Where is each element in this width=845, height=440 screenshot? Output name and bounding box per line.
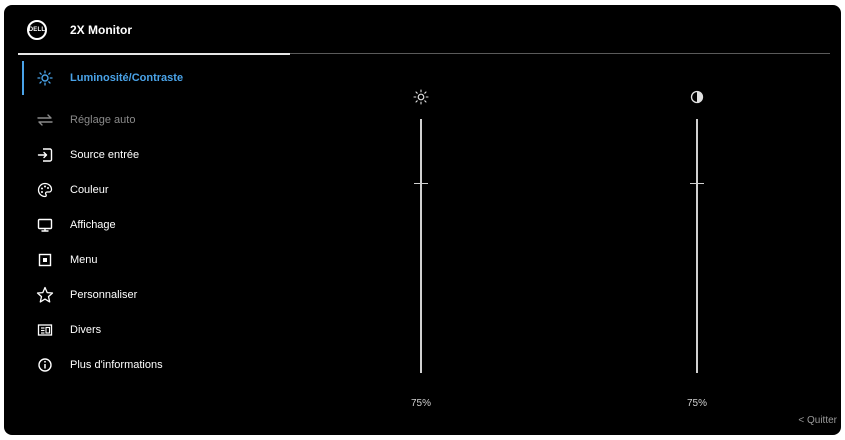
monitor-osd: DELL 2X Monitor Luminosité/Contraste Rég…	[4, 5, 841, 435]
slider-thumb[interactable]	[690, 182, 704, 184]
menu-item-brightness-contrast[interactable]: Luminosité/Contraste	[22, 61, 302, 95]
menu-item-label: Affichage	[70, 219, 116, 231]
menu-item-more-info[interactable]: Plus d'informations	[22, 348, 302, 382]
brightness-slider[interactable]: 75%	[401, 89, 441, 419]
menu-item-label: Réglage auto	[70, 114, 136, 126]
menu-item-auto-adjust[interactable]: Réglage auto	[22, 103, 302, 137]
contrast-slider[interactable]: 75%	[677, 89, 717, 419]
quit-button[interactable]: < Quitter	[798, 415, 837, 426]
menu-item-menu[interactable]: Menu	[22, 243, 302, 277]
sun-icon	[411, 89, 431, 105]
auto-adjust-icon	[36, 111, 54, 129]
menu-item-label: Divers	[70, 324, 102, 336]
menu-item-color[interactable]: Couleur	[22, 173, 302, 207]
dell-logo-text: DELL	[28, 27, 46, 33]
slider-track[interactable]	[420, 119, 422, 373]
others-icon	[36, 321, 54, 339]
menu-item-label: Personnaliser	[70, 289, 138, 301]
menu-item-label: Menu	[70, 254, 98, 266]
menu-item-input-source[interactable]: Source entrée	[22, 138, 302, 172]
menu-item-others[interactable]: Divers	[22, 313, 302, 347]
menu-item-label: Plus d'informations	[70, 359, 163, 371]
palette-icon	[36, 181, 54, 199]
info-icon	[36, 356, 54, 374]
active-indicator	[22, 61, 24, 95]
menu-icon	[36, 251, 54, 269]
osd-header: DELL 2X Monitor	[4, 5, 841, 55]
brightness-value: 75%	[410, 398, 431, 409]
monitor-title: 2X Monitor	[70, 23, 132, 37]
menu-item-personalize[interactable]: Personnaliser	[22, 278, 302, 312]
slider-thumb[interactable]	[414, 182, 428, 184]
menu-item-display[interactable]: Affichage	[22, 208, 302, 242]
contrast-icon	[687, 89, 707, 105]
menu-item-label: Source entrée	[70, 149, 140, 161]
input-source-icon	[36, 146, 54, 164]
contrast-value: 75%	[686, 398, 707, 409]
dell-logo: DELL	[27, 20, 47, 40]
menu-item-label: Luminosité/Contraste	[70, 72, 184, 84]
brightness-icon	[36, 69, 54, 87]
header-divider-active	[18, 53, 290, 55]
display-icon	[36, 216, 54, 234]
slider-track[interactable]	[696, 119, 698, 373]
header-divider	[290, 53, 830, 54]
menu-item-label: Couleur	[70, 184, 109, 196]
star-icon	[36, 286, 54, 304]
